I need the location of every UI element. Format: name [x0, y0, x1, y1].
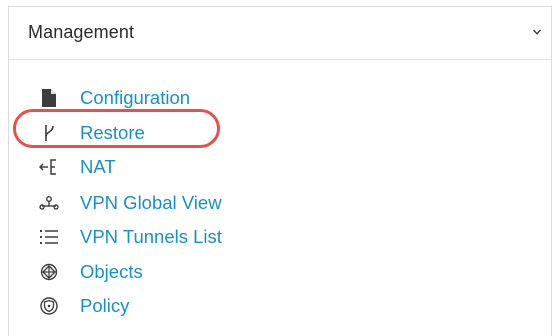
menu-item-label: Objects: [80, 261, 143, 282]
document-icon: [39, 88, 59, 108]
menu-item-label: Configuration: [80, 87, 191, 108]
chevron-down-icon[interactable]: [532, 27, 542, 37]
menu-item-label: VPN Tunnels List: [80, 226, 222, 247]
restore-highlight-annotation: [13, 109, 220, 148]
list-icon: [39, 227, 59, 247]
menu-item-label: Policy: [80, 295, 130, 316]
menu-item-configuration[interactable]: Configuration: [9, 84, 551, 112]
shield-icon: [39, 296, 59, 316]
menu-item-policy[interactable]: Policy: [9, 292, 551, 320]
menu-item-objects[interactable]: Objects: [9, 258, 551, 286]
objects-icon: [39, 262, 59, 282]
menu-item-nat[interactable]: NAT: [9, 153, 551, 181]
management-panel: Management Configuration Restore NAT VPN…: [8, 6, 552, 336]
menu-item-vpn-global-view[interactable]: VPN Global View: [9, 189, 551, 217]
menu-item-label: VPN Global View: [80, 192, 222, 213]
menu-item-label: NAT: [80, 156, 116, 177]
topology-icon: [39, 193, 59, 213]
menu-item-vpn-tunnels-list[interactable]: VPN Tunnels List: [9, 223, 551, 251]
nat-icon: [39, 157, 59, 177]
management-panel-header[interactable]: Management: [9, 7, 551, 60]
panel-title: Management: [28, 22, 135, 42]
